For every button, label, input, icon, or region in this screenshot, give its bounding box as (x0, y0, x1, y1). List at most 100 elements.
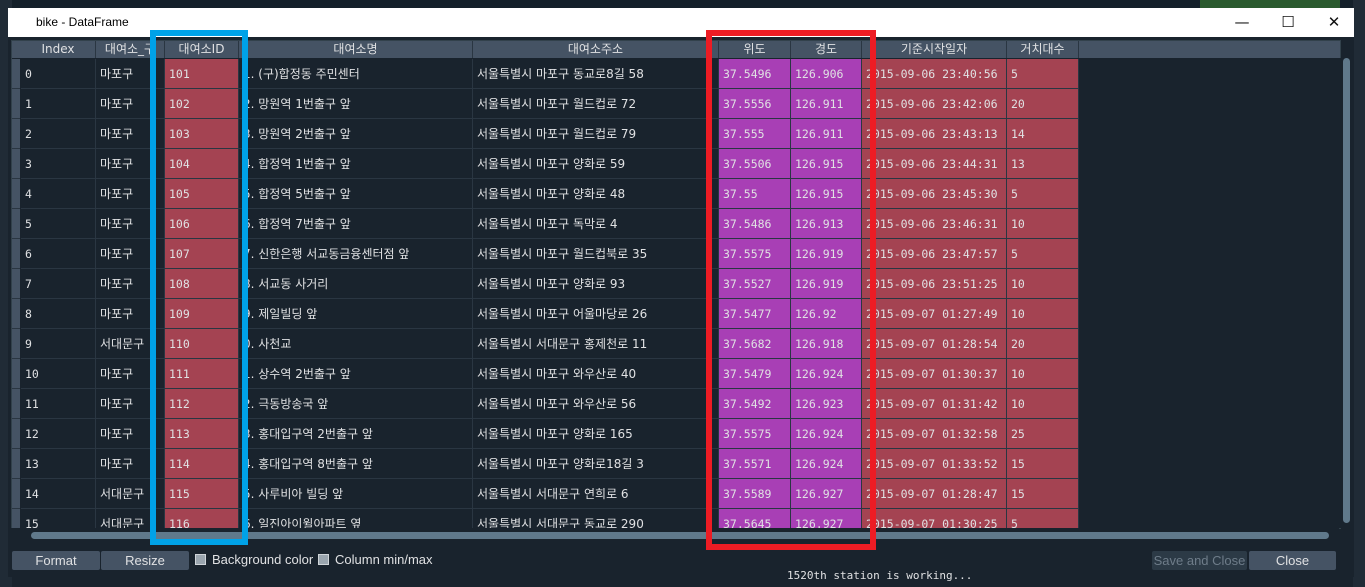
longitude-cell[interactable]: 126.919 (791, 269, 862, 299)
gu-cell[interactable]: 서대문구 (96, 479, 165, 509)
station-id-cell[interactable]: 116 (165, 509, 239, 528)
racks-column-header[interactable]: 거치대수 (1007, 41, 1079, 58)
station-name-cell[interactable]: 3. 홍대입구역 2번출구 앞 (239, 419, 473, 449)
start-date-cell[interactable]: 2015-09-07 01:28:47 (862, 479, 1007, 509)
station-id-cell[interactable]: 115 (165, 479, 239, 509)
horizontal-scroll-thumb[interactable] (31, 532, 1329, 539)
maximize-icon[interactable]: ☐ (1265, 8, 1311, 37)
station-name-cell[interactable]: 4. 홍대입구역 8번출구 앞 (239, 449, 473, 479)
racks-cell[interactable]: 15 (1007, 449, 1079, 479)
start-date-cell[interactable]: 2015-09-07 01:30:25 (862, 509, 1007, 528)
station-name-cell[interactable]: 1. (구)합정동 주민센터 (239, 59, 473, 89)
row-header[interactable] (12, 119, 20, 149)
row-header[interactable] (12, 299, 20, 329)
station-id-cell[interactable]: 110 (165, 329, 239, 359)
address-cell[interactable]: 서울특별시 마포구 어울마당로 26 (473, 299, 719, 329)
row-header[interactable] (12, 59, 20, 89)
latitude-cell[interactable]: 37.5645 (719, 509, 791, 528)
latitude-cell[interactable]: 37.55 (719, 179, 791, 209)
racks-cell[interactable]: 14 (1007, 119, 1079, 149)
latitude-cell[interactable]: 37.5527 (719, 269, 791, 299)
station-id-cell[interactable]: 107 (165, 239, 239, 269)
racks-cell[interactable]: 10 (1007, 389, 1079, 419)
racks-cell[interactable]: 5 (1007, 239, 1079, 269)
latitude-cell[interactable]: 37.5479 (719, 359, 791, 389)
gu-cell[interactable]: 마포구 (96, 119, 165, 149)
latitude-column-header[interactable]: 위도 (719, 41, 791, 58)
index-cell[interactable]: 5 (21, 209, 96, 239)
start-date-cell[interactable]: 2015-09-06 23:46:31 (862, 209, 1007, 239)
row-header[interactable] (12, 479, 20, 509)
gu-cell[interactable]: 서대문구 (96, 329, 165, 359)
gu-cell[interactable]: 마포구 (96, 419, 165, 449)
address-cell[interactable]: 서울특별시 마포구 월드컵로 72 (473, 89, 719, 119)
close-icon[interactable]: ✕ (1311, 8, 1357, 37)
longitude-cell[interactable]: 126.927 (791, 509, 862, 528)
racks-cell[interactable]: 20 (1007, 89, 1079, 119)
latitude-cell[interactable]: 37.5556 (719, 89, 791, 119)
station-name-cell[interactable]: 5. 합정역 5번출구 앞 (239, 179, 473, 209)
latitude-cell[interactable]: 37.555 (719, 119, 791, 149)
vertical-scroll-thumb[interactable] (1343, 58, 1350, 523)
row-header[interactable] (12, 329, 20, 359)
start-date-cell[interactable]: 2015-09-07 01:28:54 (862, 329, 1007, 359)
index-cell[interactable]: 4 (21, 179, 96, 209)
gu-cell[interactable]: 마포구 (96, 89, 165, 119)
row-header[interactable] (12, 449, 20, 479)
station-name-cell[interactable]: 6. 일진아이윌아파트 옆 (239, 509, 473, 528)
address-column-header[interactable]: 대여소주소 (473, 41, 719, 58)
row-header[interactable] (12, 89, 20, 119)
latitude-cell[interactable]: 37.5575 (719, 239, 791, 269)
gu-cell[interactable]: 마포구 (96, 59, 165, 89)
racks-cell[interactable]: 10 (1007, 359, 1079, 389)
longitude-cell[interactable]: 126.924 (791, 359, 862, 389)
station-id-cell[interactable]: 111 (165, 359, 239, 389)
address-cell[interactable]: 서울특별시 마포구 양화로18길 3 (473, 449, 719, 479)
racks-cell[interactable]: 5 (1007, 59, 1079, 89)
longitude-cell[interactable]: 126.915 (791, 179, 862, 209)
index-cell[interactable]: 1 (21, 89, 96, 119)
latitude-cell[interactable]: 37.5496 (719, 59, 791, 89)
gu-cell[interactable]: 마포구 (96, 359, 165, 389)
row-header[interactable] (12, 209, 20, 239)
latitude-cell[interactable]: 37.5571 (719, 449, 791, 479)
index-cell[interactable]: 3 (21, 149, 96, 179)
index-cell[interactable]: 7 (21, 269, 96, 299)
racks-cell[interactable]: 20 (1007, 329, 1079, 359)
station-id-cell[interactable]: 113 (165, 419, 239, 449)
row-header[interactable] (12, 389, 20, 419)
index-cell[interactable]: 12 (21, 419, 96, 449)
start-date-cell[interactable]: 2015-09-06 23:45:30 (862, 179, 1007, 209)
close-button[interactable]: Close (1249, 551, 1336, 570)
index-cell[interactable]: 14 (21, 479, 96, 509)
address-cell[interactable]: 서울특별시 마포구 와우산로 40 (473, 359, 719, 389)
row-header[interactable] (12, 359, 20, 389)
address-cell[interactable]: 서울특별시 마포구 월드컵로 79 (473, 119, 719, 149)
longitude-cell[interactable]: 126.911 (791, 89, 862, 119)
station-id-cell[interactable]: 109 (165, 299, 239, 329)
station-name-cell[interactable]: 5. 사루비아 빌딩 앞 (239, 479, 473, 509)
dataframe-table[interactable]: Index 대여소_구 대여소ID 대여소명 대여소주소 위도 경도 기준시작일자 거치대수 0… (11, 40, 1341, 529)
station-name-cell[interactable]: 4. 합정역 1번출구 앞 (239, 149, 473, 179)
racks-cell[interactable]: 13 (1007, 149, 1079, 179)
column-minmax-checkbox[interactable] (318, 554, 329, 565)
gu-cell[interactable]: 마포구 (96, 149, 165, 179)
longitude-cell[interactable]: 126.915 (791, 149, 862, 179)
index-cell[interactable]: 9 (21, 329, 96, 359)
start-date-cell[interactable]: 2015-09-06 23:47:57 (862, 239, 1007, 269)
address-cell[interactable]: 서울특별시 서대문구 홍제천로 11 (473, 329, 719, 359)
row-header[interactable] (12, 419, 20, 449)
station-name-cell[interactable]: 2. 망원역 1번출구 앞 (239, 89, 473, 119)
gu-cell[interactable]: 마포구 (96, 239, 165, 269)
racks-cell[interactable]: 15 (1007, 479, 1079, 509)
racks-cell[interactable]: 5 (1007, 509, 1079, 528)
gu-cell[interactable]: 마포구 (96, 299, 165, 329)
index-cell[interactable]: 10 (21, 359, 96, 389)
index-cell[interactable]: 13 (21, 449, 96, 479)
address-cell[interactable]: 서울특별시 마포구 양화로 165 (473, 419, 719, 449)
start-date-cell[interactable]: 2015-09-07 01:32:58 (862, 419, 1007, 449)
address-cell[interactable]: 서울특별시 마포구 양화로 48 (473, 179, 719, 209)
index-cell[interactable]: 11 (21, 389, 96, 419)
longitude-column-header[interactable]: 경도 (791, 41, 862, 58)
station-id-cell[interactable]: 114 (165, 449, 239, 479)
